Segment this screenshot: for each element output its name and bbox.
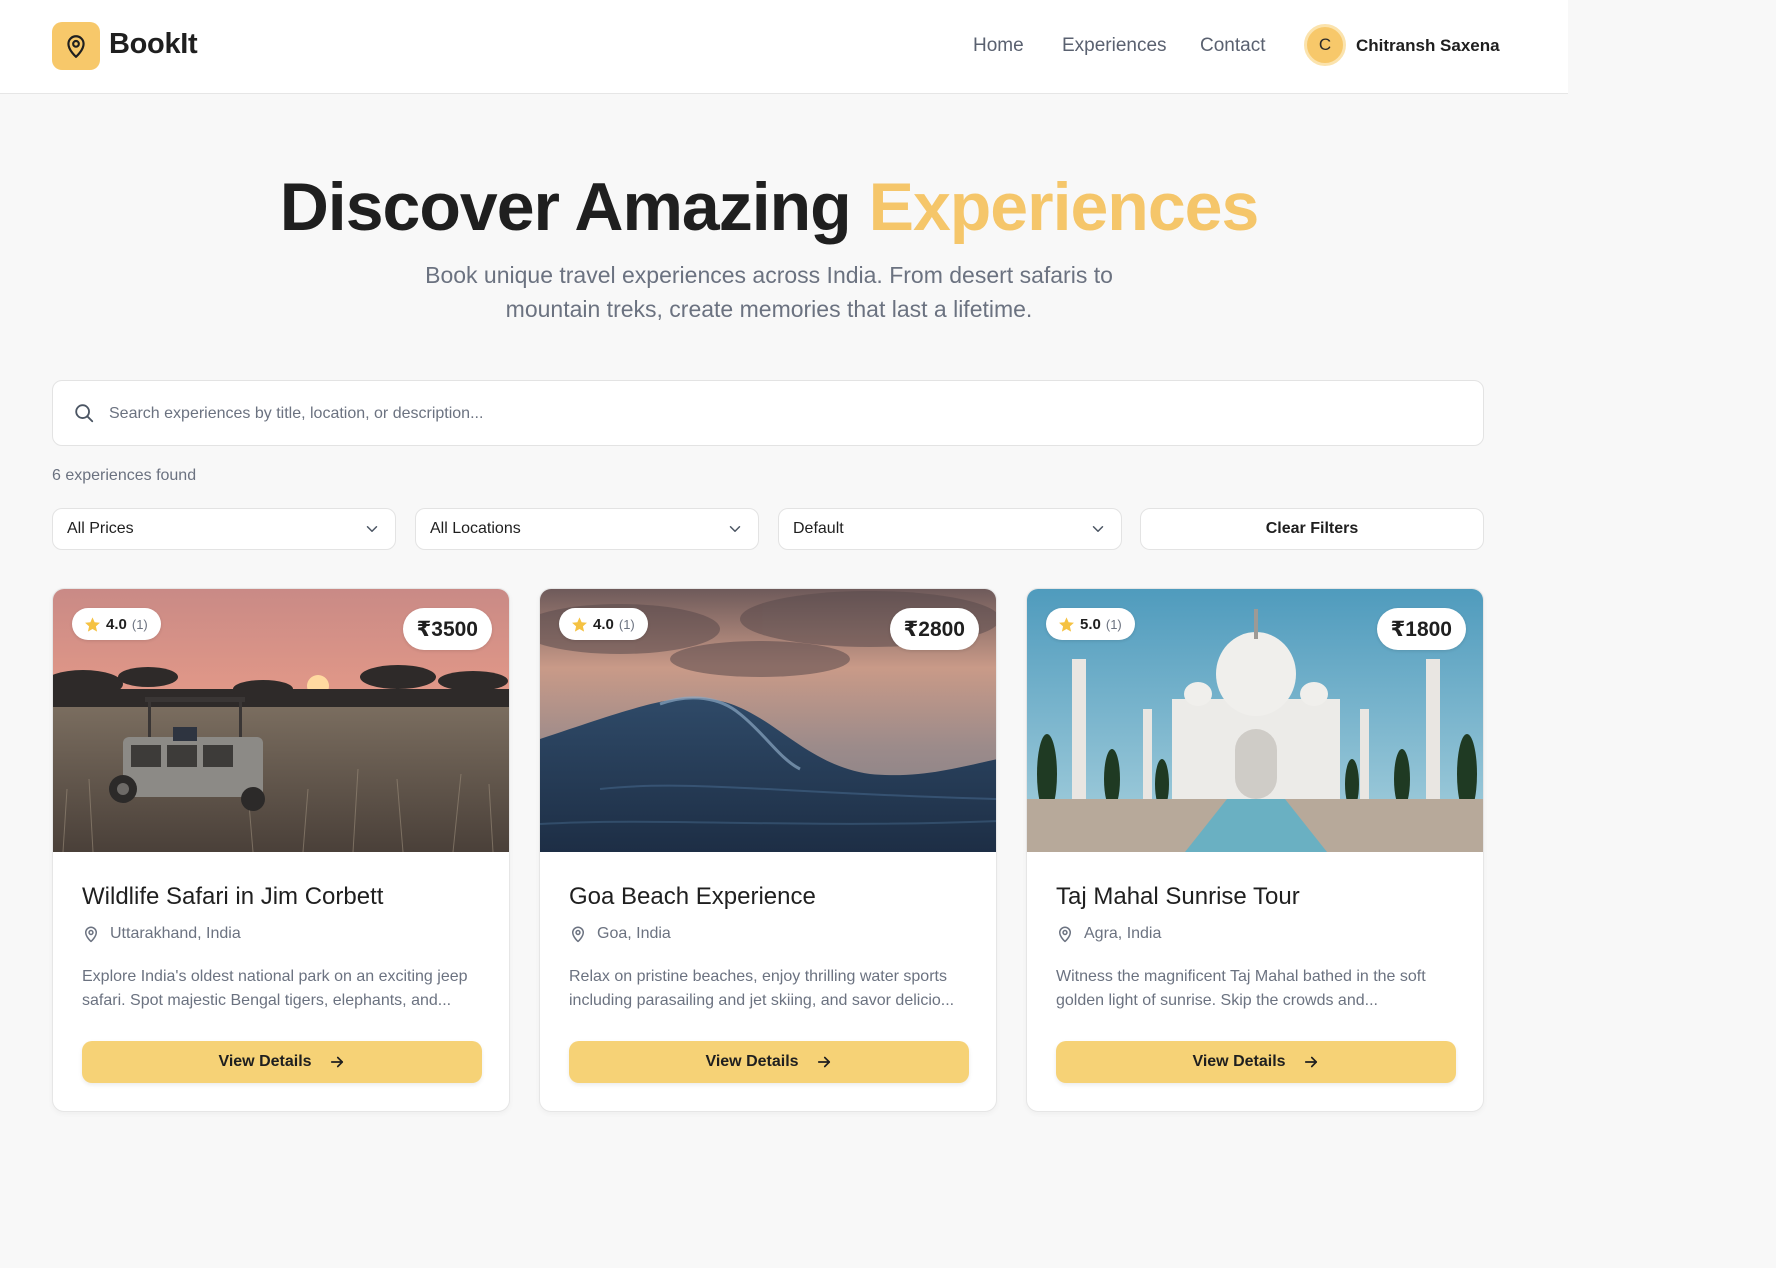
- search-icon: [73, 402, 95, 429]
- safari-jeep-sunset-image[interactable]: 4.0 (1) ₹3500: [53, 589, 509, 852]
- view-details-button[interactable]: View Details: [569, 1041, 969, 1083]
- location-text: Agra, India: [1084, 925, 1162, 942]
- rating-count: (1): [131, 616, 148, 632]
- view-details-label: View Details: [1192, 1053, 1286, 1070]
- page-subtitle: Book unique travel experiences across In…: [425, 262, 1113, 322]
- rating-badge: 4.0 (1): [72, 608, 161, 640]
- location-filter-select[interactable]: All Locations: [415, 508, 759, 550]
- rating-badge: 4.0 (1): [559, 608, 648, 640]
- title-accent: Experiences: [868, 169, 1260, 245]
- view-details-label: View Details: [705, 1053, 799, 1070]
- price-filter-select[interactable]: All Prices: [52, 508, 396, 550]
- view-details-label: View Details: [218, 1053, 312, 1070]
- star-icon: [571, 616, 588, 633]
- nav-experiences[interactable]: Experiences: [1062, 35, 1167, 57]
- rating-count: (1): [1105, 616, 1122, 632]
- search-input[interactable]: [109, 399, 1449, 429]
- view-details-button[interactable]: View Details: [1056, 1041, 1456, 1083]
- rating-badge: 5.0 (1): [1046, 608, 1135, 640]
- username[interactable]: Chitransh Saxena: [1356, 36, 1500, 56]
- price-filter-value: All Prices: [67, 520, 134, 537]
- arrow-right-icon: [330, 1056, 343, 1068]
- experience-card[interactable]: 5.0 (1) ₹1800 Taj Mahal Sunrise Tour Agr…: [1026, 588, 1484, 1112]
- card-location: Uttarakhand, India: [82, 925, 241, 943]
- taj-mahal-image[interactable]: 5.0 (1) ₹1800: [1027, 589, 1483, 852]
- location-pin-icon: [572, 926, 584, 943]
- card-title[interactable]: Wildlife Safari in Jim Corbett: [82, 883, 383, 911]
- view-details-button[interactable]: View Details: [82, 1041, 482, 1083]
- location-text: Goa, India: [597, 925, 671, 942]
- logo-icon[interactable]: [52, 22, 100, 70]
- nav-contact[interactable]: Contact: [1200, 35, 1265, 57]
- card-title[interactable]: Taj Mahal Sunrise Tour: [1056, 883, 1300, 911]
- chevron-down-icon: [1089, 520, 1107, 543]
- chevron-down-icon: [363, 520, 381, 543]
- arrow-right-icon: [1304, 1056, 1317, 1068]
- rating-value: 5.0: [1080, 615, 1101, 633]
- ocean-wave-image[interactable]: 4.0 (1) ₹2800: [540, 589, 996, 852]
- location-text: Uttarakhand, India: [110, 925, 241, 942]
- star-icon: [1058, 616, 1075, 633]
- price-badge: ₹1800: [1376, 608, 1466, 650]
- star-icon: [84, 616, 101, 633]
- top-header: BookIt Home Experiences Contact C Chitra…: [0, 0, 1568, 94]
- nav-home[interactable]: Home: [973, 35, 1024, 57]
- rating-count: (1): [618, 616, 635, 632]
- card-location: Agra, India: [1056, 925, 1161, 943]
- search-bar: [52, 380, 1484, 446]
- location-filter-value: All Locations: [430, 520, 521, 537]
- card-location: Goa, India: [569, 925, 671, 943]
- price-badge: ₹3500: [402, 608, 492, 650]
- sort-select[interactable]: Default: [778, 508, 1122, 550]
- title-main: Discover Amazing: [279, 169, 869, 245]
- card-description: Witness the magnificent Taj Mahal bathed…: [1056, 968, 1426, 1009]
- location-pin-icon: [85, 926, 97, 943]
- results-count: 6 experiences found: [52, 467, 197, 484]
- arrow-right-icon: [817, 1056, 830, 1068]
- card-title[interactable]: Goa Beach Experience: [569, 883, 816, 911]
- clear-filters-button[interactable]: Clear Filters: [1140, 508, 1484, 550]
- price-badge: ₹2800: [889, 608, 979, 650]
- chevron-down-icon: [726, 520, 744, 543]
- avatar-initial: C: [1318, 35, 1332, 54]
- card-description: Explore India's oldest national park on …: [82, 968, 468, 1009]
- experience-card[interactable]: 4.0 (1) ₹2800 Goa Beach Experience Goa, …: [539, 588, 997, 1112]
- page-title: Discover Amazing Experiences: [0, 168, 1538, 246]
- location-pin-icon: [1059, 926, 1071, 943]
- sort-value: Default: [793, 520, 844, 537]
- card-description: Relax on pristine beaches, enjoy thrilli…: [569, 968, 955, 1009]
- experience-card[interactable]: 4.0 (1) ₹3500 Wildlife Safari in Jim Cor…: [52, 588, 510, 1112]
- rating-value: 4.0: [593, 615, 614, 633]
- avatar[interactable]: C: [1304, 24, 1346, 66]
- rating-value: 4.0: [106, 615, 127, 633]
- logo-text[interactable]: BookIt: [109, 28, 198, 61]
